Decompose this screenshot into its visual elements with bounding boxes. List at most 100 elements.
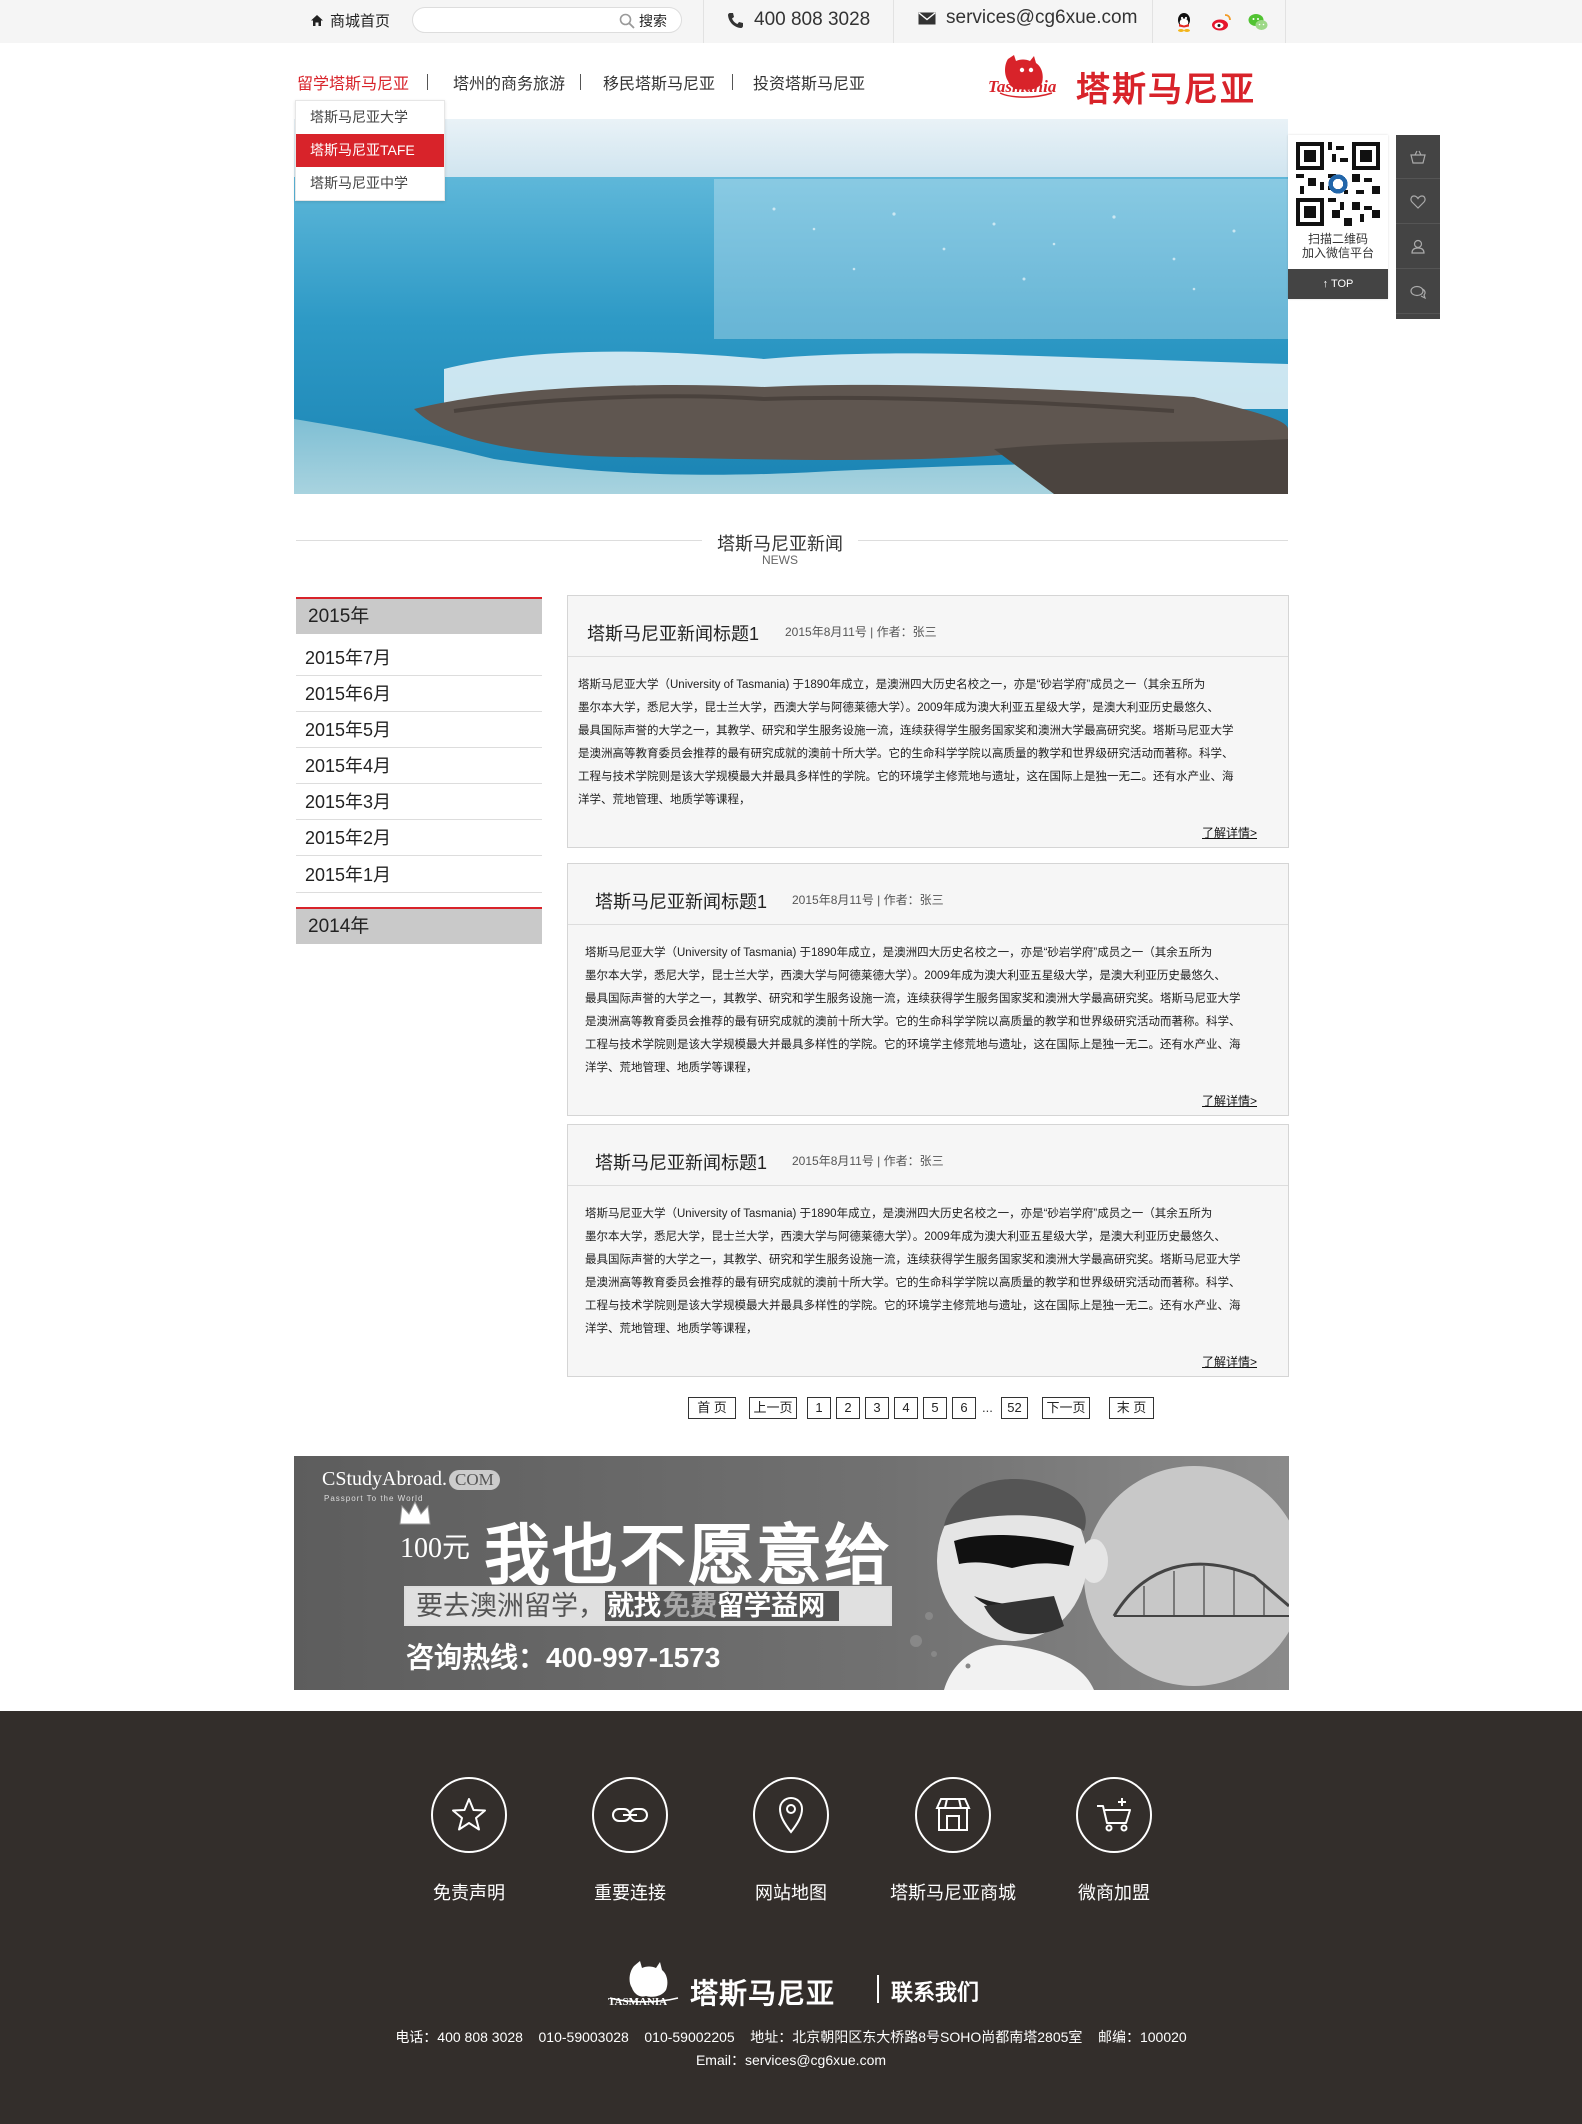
qq-icon[interactable] — [1173, 11, 1195, 33]
store-icon — [935, 1798, 971, 1831]
ad-sub-b: 就找 — [605, 1591, 663, 1621]
qr-caption-line-1: 扫描二维码 — [1307, 232, 1368, 246]
nav-invest[interactable]: 投资塔斯马尼亚 — [753, 70, 865, 94]
page-number[interactable]: 3 — [865, 1397, 889, 1419]
heart-icon — [1410, 194, 1426, 209]
footer-link-label[interactable]: 网站地图 — [711, 1879, 871, 1905]
footer-link-label[interactable]: 重要连接 — [550, 1879, 710, 1905]
chat-icon — [1409, 285, 1426, 299]
page-next-button[interactable]: 下一页 — [1042, 1397, 1090, 1419]
news-body-line: 塔斯马尼亚大学（University of Tasmania) 于1890年成立… — [585, 1208, 1213, 1220]
archive-month[interactable]: 2015年4月 — [296, 748, 542, 784]
news-body-line: 墨尔本大学，悉尼大学，昆士兰大学，西澳大学与阿德莱德大学）。2009年成为澳大利… — [585, 970, 1226, 982]
basket-icon — [1410, 150, 1426, 164]
basket-button[interactable] — [1396, 135, 1440, 179]
ad-banner[interactable]: CStudyAbroad. COM Passport To the World 1… — [294, 1456, 1289, 1690]
archive-month[interactable]: 2015年6月 — [296, 676, 542, 712]
page-number-last[interactable]: 52 — [1001, 1397, 1028, 1419]
important-links-button[interactable] — [592, 1777, 668, 1853]
nav-immigrate[interactable]: 移民塔斯马尼亚 — [603, 70, 715, 94]
card-divider — [568, 1185, 1288, 1186]
news-body-line: 洋学、荒地管理、地质学等课程， — [585, 1323, 758, 1335]
ad-sub-c: 免费 — [663, 1591, 717, 1621]
ad-sub-a: 要去澳洲留学， — [416, 1591, 605, 1621]
contact-us-label[interactable]: 联系我们 — [891, 1975, 979, 2007]
phone-contact: 400 808 3028 — [727, 9, 870, 31]
archive-year-2014[interactable]: 2014年 — [296, 907, 542, 944]
favorite-button[interactable] — [1396, 180, 1440, 224]
divider — [703, 0, 704, 43]
site-footer: 免责声明 重要连接 网站地图 塔斯马尼亚商城 微商加盟 TASMANIA 塔斯马… — [0, 1711, 1582, 2124]
chat-button[interactable] — [1396, 270, 1440, 314]
search-icon — [619, 13, 635, 29]
news-body-line: 最具国际声誉的大学之一，其教学、研究和学生服务设施一流，连续获得学生服务国家奖和… — [578, 725, 1234, 737]
news-card: 塔斯马尼亚新闻标题1 2015年8月11号 | 作者：张三 塔斯马尼亚大学（Un… — [567, 595, 1289, 848]
page-first-button[interactable]: 首 页 — [688, 1397, 736, 1419]
news-title[interactable]: 塔斯马尼亚新闻标题1 — [587, 620, 759, 646]
mail-icon — [918, 11, 936, 24]
read-more-link[interactable]: 了解详情> — [1202, 1353, 1257, 1370]
news-body-line: 墨尔本大学，悉尼大学，昆士兰大学，西澳大学与阿德莱德大学）。2009年成为澳大利… — [585, 1231, 1226, 1243]
franchise-button[interactable] — [1076, 1777, 1152, 1853]
news-body-line: 最具国际声誉的大学之一，其教学、研究和学生服务设施一流，连续获得学生服务国家奖和… — [585, 1254, 1241, 1266]
back-to-top-button[interactable]: ↑ TOP — [1288, 269, 1388, 299]
user-button[interactable] — [1396, 225, 1440, 269]
section-rule-right — [858, 540, 1288, 541]
archive-year-2015[interactable]: 2015年 — [296, 597, 542, 634]
footer-link-label[interactable]: 塔斯马尼亚商城 — [873, 1879, 1033, 1905]
page-ellipsis: ... — [982, 1400, 993, 1415]
section-rule-left — [296, 540, 702, 541]
news-card: 塔斯马尼亚新闻标题1 2015年8月11号 | 作者：张三 塔斯马尼亚大学（Un… — [567, 863, 1289, 1116]
news-body-line: 工程与技术学院则是该大学规模最大并最具多样性的学院。它的环境学主修荒地与遗址，这… — [585, 1300, 1241, 1312]
news-title[interactable]: 塔斯马尼亚新闻标题1 — [595, 1149, 767, 1175]
search-button[interactable]: 搜索 — [619, 11, 667, 31]
search-box: 搜索 — [412, 7, 682, 33]
archive-month[interactable]: 2015年2月 — [296, 820, 542, 856]
footer-logo-divider — [877, 1975, 879, 2003]
page-number[interactable]: 5 — [923, 1397, 947, 1419]
archive-month[interactable]: 2015年3月 — [296, 784, 542, 820]
archive-month[interactable]: 2015年5月 — [296, 712, 542, 748]
wechat-icon[interactable] — [1247, 11, 1269, 33]
footer-link-label[interactable]: 免责声明 — [389, 1879, 549, 1905]
nav-divider — [427, 74, 428, 90]
page-number[interactable]: 4 — [894, 1397, 918, 1419]
read-more-link[interactable]: 了解详情> — [1202, 824, 1257, 841]
home-link[interactable]: 商城首页 — [310, 10, 390, 31]
page-prev-button[interactable]: 上一页 — [749, 1397, 797, 1419]
footer-link-label[interactable]: 微商加盟 — [1034, 1879, 1194, 1905]
map-pin-icon — [778, 1796, 804, 1834]
phone-number: 400 808 3028 — [754, 9, 871, 30]
card-divider — [568, 656, 1288, 657]
page-number[interactable]: 6 — [952, 1397, 976, 1419]
dropdown-item-high-school[interactable]: 塔斯马尼亚中学 — [296, 167, 444, 200]
store-button[interactable] — [915, 1777, 991, 1853]
dropdown-item-university[interactable]: 塔斯马尼亚大学 — [296, 101, 444, 134]
email-address[interactable]: services@cg6xue.com — [946, 7, 1137, 29]
footer-email[interactable]: Email：services@cg6xue.com — [0, 2050, 1582, 2070]
page-number[interactable]: 2 — [836, 1397, 860, 1419]
page-last-button[interactable]: 末 页 — [1109, 1397, 1154, 1419]
news-body-line: 是澳洲高等教育委员会推荐的最有研究成就的澳前十所大学。它的生命科学学院以高质量的… — [585, 1277, 1241, 1289]
section-subtitle: NEWS — [762, 553, 798, 567]
disclaimer-link-button[interactable] — [431, 1777, 507, 1853]
qr-caption: 扫描二维码 加入微信平台 — [1288, 232, 1388, 260]
dropdown-item-tafe[interactable]: 塔斯马尼亚TAFE — [296, 134, 444, 167]
nav-business-travel[interactable]: 塔州的商务旅游 — [453, 70, 565, 94]
weibo-icon[interactable] — [1210, 11, 1232, 33]
page-number[interactable]: 1 — [807, 1397, 831, 1419]
news-body-line: 洋学、荒地管理、地质学等课程， — [578, 794, 751, 806]
nav-study-tasmania[interactable]: 留学塔斯马尼亚 — [297, 70, 409, 94]
sitemap-button[interactable] — [753, 1777, 829, 1853]
site-logo[interactable]: Tasmania 塔斯马尼亚 — [988, 53, 1260, 109]
top-label: TOP — [1330, 278, 1354, 290]
home-icon — [311, 15, 323, 26]
news-title[interactable]: 塔斯马尼亚新闻标题1 — [595, 888, 767, 914]
archive-month[interactable]: 2015年1月 — [296, 857, 542, 893]
top-bar: 商城首页 搜索 400 808 3028 services@cg6xue.com — [0, 0, 1582, 43]
divider — [893, 0, 894, 43]
news-body-line: 是澳洲高等教育委员会推荐的最有研究成就的澳前十所大学。它的生命科学学院以高质量的… — [585, 1016, 1241, 1028]
read-more-link[interactable]: 了解详情> — [1202, 1092, 1257, 1109]
archive-month[interactable]: 2015年7月 — [296, 640, 542, 676]
search-input[interactable] — [425, 11, 625, 29]
